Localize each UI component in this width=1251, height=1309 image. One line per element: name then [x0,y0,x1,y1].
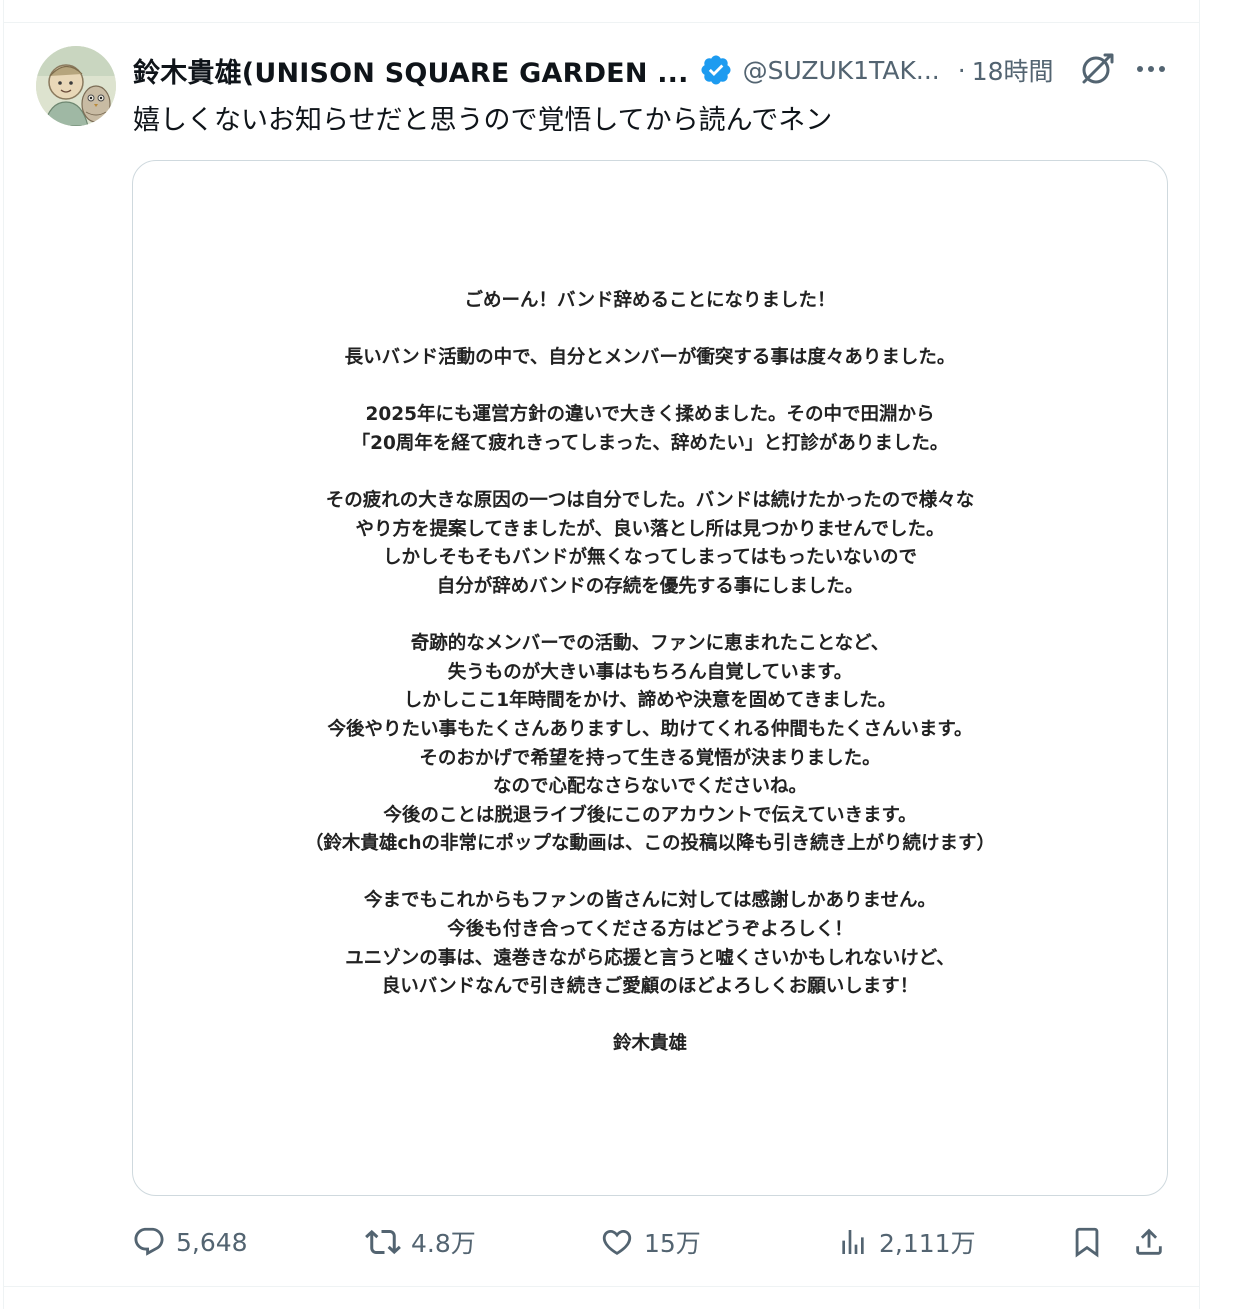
letter-line: 良いバンドなんで引き続きご愛顧のほどよろしくお願いします！ [381,976,919,998]
letter-line: 「20周年を経て疲れきってしまった、辞めたい」と打診がありました。 [351,432,949,454]
letter-gap [133,459,1167,488]
bookmark-button[interactable] [1070,1218,1104,1266]
image-letter-text: ごめーん！バンド辞めることになりました！ 長いバンド活動の中で、自分とメンバーが衝… [133,287,1167,1059]
share-button[interactable] [1132,1218,1166,1266]
letter-line: 今後も付き合ってくださる方はどうぞよろしく！ [447,919,853,941]
letter-line: 自分が辞めバンドの存続を優先する事にしました。 [436,575,864,597]
letter-line: 失うものが大きい事はもちろん自覚しています。 [447,661,853,683]
share-upload-icon [1136,1228,1162,1255]
like-button[interactable]: 15万 [600,1218,701,1266]
bottom-divider [3,1286,1200,1287]
letter-line: しかしここ1年時間をかけ、諦めや決意を固めてきました。 [403,690,897,712]
letter-line: 鈴木貴雄 [612,1033,687,1055]
reply-button[interactable]: 5,648 [132,1218,248,1266]
letter-line: 今後のことは脱退ライブ後にこのアカウントで伝えていきます。 [383,804,917,826]
letter-line: しかしそもそもバンドが無くなってしまってはもったいないので [382,547,918,569]
retweet-button[interactable]: 4.8万 [365,1218,476,1266]
post-page: 鈴木貴雄(UNISON SQUARE GARDEN ... @SUZUK1TAK… [0,0,1251,1309]
reply-bubble-icon [134,1227,164,1256]
letter-line: そのおかげで希望を持って生きる覚悟が決まりました。 [419,747,881,769]
views-button[interactable]: 2,111万 [837,1218,976,1266]
letter-line: 奇跡的なメンバーでの活動、ファンに恵まれたことなど、 [410,633,890,655]
letter-line: 2025年にも運営方針の違いで大きく揉めました。その中で田淵から [365,404,935,426]
bar-chart-icon [842,1230,864,1254]
letter-line: ごめーん！バンド辞めることになりました！ [464,290,836,311]
letter-line: 今までもこれからもファンの皆さんに対しては感謝しかありません。 [363,890,937,912]
letter-gap [133,602,1167,631]
heart-icon [602,1229,632,1255]
post-text: 嬉しくないお知らせだと思うので覚悟してから読んでネン [133,105,833,136]
letter-gap [133,859,1167,888]
verified-badge-icon[interactable] [699,53,733,87]
grok-icon[interactable] [1078,50,1116,88]
post-time[interactable]: 18時間 [972,52,1054,88]
reply-count: 5,648 [176,1227,248,1257]
letter-line: やり方を提案してきましたが、良い落とし所は見つかりませんでした。 [355,518,945,540]
views-count: 2,111万 [879,1229,976,1258]
letter-line: ユニゾンの事は、遠巻きながら応援と言うと嘘くさいかもしれないけど、 [345,947,955,969]
letter-line: なので心配なさらないでくださいね。 [493,776,807,798]
more-horizontal-icon[interactable] [1132,52,1170,86]
letter-line: 長いバンド活動の中で、自分とメンバーが衝突する事は度々ありました。 [344,347,956,369]
bookmark-icon [1075,1227,1099,1258]
like-count: 15万 [644,1229,701,1258]
letter-gap [133,1002,1167,1031]
letter-line: 今後やりたい事もたくさんありますし、助けてくれる仲間もたくさんいます。 [327,718,973,740]
letter-line: （鈴木貴雄chの非常にポップな動画は、この投稿以降も引き続き上がり続けます） [304,833,996,855]
post-header: 鈴木貴雄(UNISON SQUARE GARDEN ... @SUZUK1TAK… [133,48,1173,92]
top-divider [3,22,1200,23]
retweet-count: 4.8万 [411,1229,476,1258]
post-image[interactable]: ごめーん！バンド辞めることになりました！ 長いバンド活動の中で、自分とメンバーが衝… [132,160,1168,1196]
letter-line: その疲れの大きな原因の一つは自分でした。バンドは続けたかったので様々な [325,490,975,512]
letter-gap [133,316,1167,345]
avatar-illustration-icon [36,46,116,126]
separator-dot: · [957,55,966,85]
user-handle[interactable]: @SUZUK1TAK... [743,56,940,85]
retweet-icon [365,1229,401,1255]
avatar[interactable] [36,46,116,126]
display-name[interactable]: 鈴木貴雄(UNISON SQUARE GARDEN ... [133,51,689,90]
letter-gap [133,373,1167,402]
action-bar: 5,648 4.8万 15万 2,111万 [132,1218,1172,1266]
